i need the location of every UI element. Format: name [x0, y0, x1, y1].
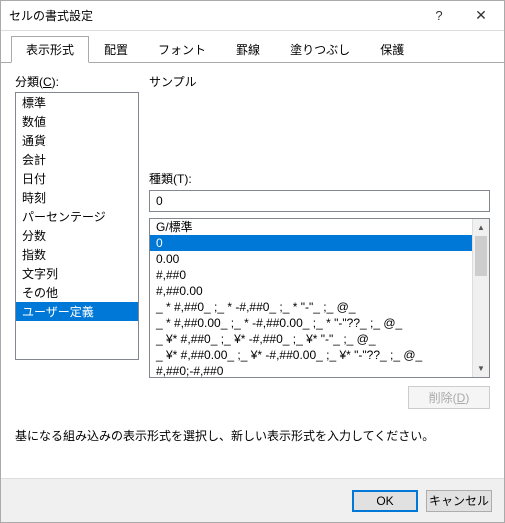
tab-border[interactable]: 罫線 — [221, 36, 275, 63]
format-item[interactable]: G/標準 — [150, 219, 472, 235]
window-title: セルの書式設定 — [9, 7, 418, 24]
type-label: 種類(T): — [149, 170, 490, 187]
format-item[interactable]: _ ¥* #,##0_ ;_ ¥* -#,##0_ ;_ ¥* "-"_ ;_ … — [150, 331, 472, 347]
category-item[interactable]: 会計 — [16, 150, 138, 169]
tab-alignment[interactable]: 配置 — [89, 36, 143, 63]
scroll-down-icon[interactable]: ▼ — [473, 360, 489, 377]
category-listbox[interactable]: 標準 数値 通貨 会計 日付 時刻 パーセンテージ 分数 指数 文字列 その他 … — [15, 92, 139, 360]
format-scrollbar[interactable]: ▲ ▼ — [472, 219, 489, 377]
category-item[interactable]: 時刻 — [16, 188, 138, 207]
type-input[interactable] — [149, 190, 490, 212]
format-item[interactable]: _ ¥* #,##0.00_ ;_ ¥* -#,##0.00_ ;_ ¥* "-… — [150, 347, 472, 363]
format-item[interactable]: _ * #,##0_ ;_ * -#,##0_ ;_ * "-"_ ;_ @_ — [150, 299, 472, 315]
sample-label: サンプル — [149, 73, 490, 90]
format-item[interactable]: 0 — [150, 235, 472, 251]
format-listbox[interactable]: G/標準 0 0.00 #,##0 #,##0.00 _ * #,##0_ ;_… — [149, 218, 490, 378]
cancel-button[interactable]: キャンセル — [426, 490, 492, 512]
help-text: 基になる組み込みの表示形式を選択し、新しい表示形式を入力してください。 — [15, 427, 490, 444]
category-item[interactable]: 日付 — [16, 169, 138, 188]
scroll-up-icon[interactable]: ▲ — [473, 219, 489, 236]
format-item[interactable]: #,##0.00 — [150, 283, 472, 299]
tab-content: 分類(C): 標準 数値 通貨 会計 日付 時刻 パーセンテージ 分数 指数 文… — [1, 63, 504, 478]
titlebar: セルの書式設定 ? ✕ — [1, 1, 504, 31]
tab-fill[interactable]: 塗りつぶし — [275, 36, 365, 63]
scroll-thumb[interactable] — [475, 236, 487, 276]
dialog-footer: OK キャンセル — [1, 478, 504, 522]
format-cells-dialog: セルの書式設定 ? ✕ 表示形式 配置 フォント 罫線 塗りつぶし 保護 分類(… — [0, 0, 505, 523]
tab-strip: 表示形式 配置 フォント 罫線 塗りつぶし 保護 — [1, 31, 504, 63]
category-item-custom[interactable]: ユーザー定義 — [16, 302, 138, 321]
category-item[interactable]: その他 — [16, 283, 138, 302]
help-button[interactable]: ? — [418, 2, 460, 30]
tab-number-format[interactable]: 表示形式 — [11, 36, 89, 63]
tab-protection[interactable]: 保護 — [365, 36, 419, 63]
scroll-track[interactable] — [473, 236, 489, 360]
format-item[interactable]: #,##0 — [150, 267, 472, 283]
format-item[interactable]: 0.00 — [150, 251, 472, 267]
format-item[interactable]: #,##0;-#,##0 — [150, 363, 472, 377]
category-item[interactable]: 標準 — [16, 93, 138, 112]
category-item[interactable]: 文字列 — [16, 264, 138, 283]
close-icon: ✕ — [475, 7, 487, 24]
format-item[interactable]: _ * #,##0.00_ ;_ * -#,##0.00_ ;_ * "-"??… — [150, 315, 472, 331]
category-item[interactable]: パーセンテージ — [16, 207, 138, 226]
sample-box — [149, 108, 490, 154]
category-label: 分類(C): — [15, 73, 139, 90]
category-item[interactable]: 指数 — [16, 245, 138, 264]
delete-button: 削除(D) — [408, 386, 490, 409]
tab-font[interactable]: フォント — [143, 36, 221, 63]
help-icon: ? — [435, 8, 442, 23]
close-button[interactable]: ✕ — [460, 2, 502, 30]
category-item[interactable]: 分数 — [16, 226, 138, 245]
category-item[interactable]: 通貨 — [16, 131, 138, 150]
category-item[interactable]: 数値 — [16, 112, 138, 131]
ok-button[interactable]: OK — [352, 490, 418, 512]
